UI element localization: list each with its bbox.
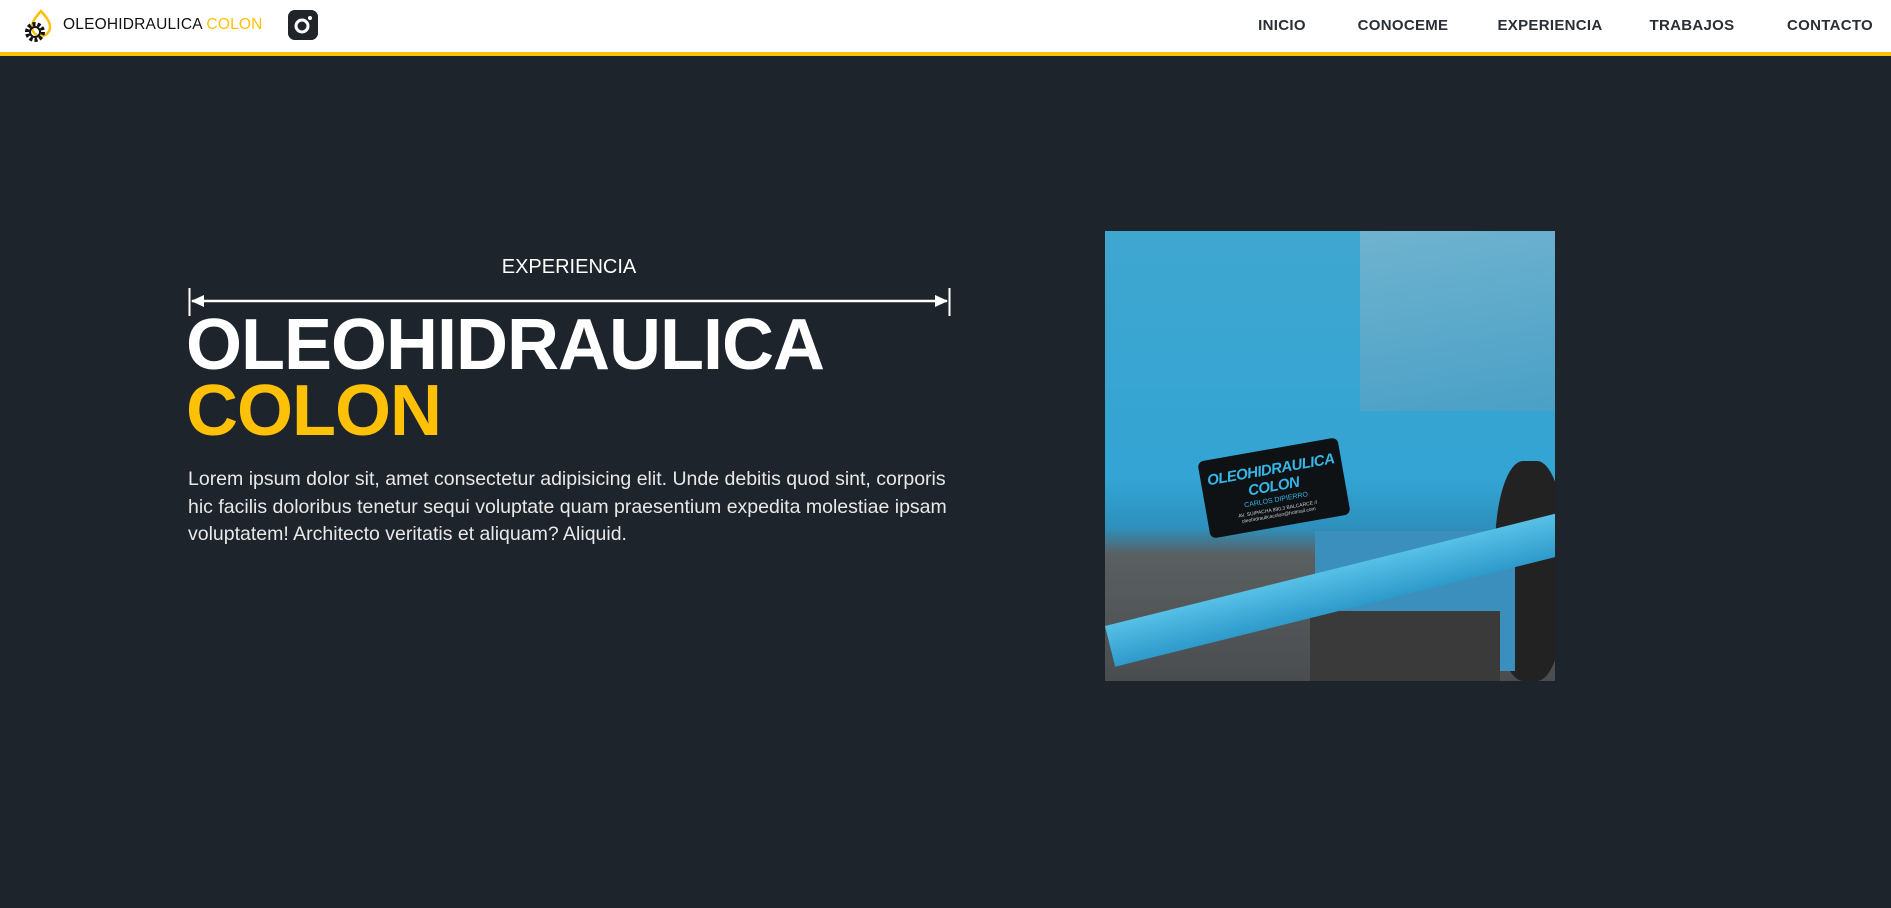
brand-name[interactable]: OLEOHIDRAULICA COLON xyxy=(63,16,263,34)
navbar: OLEOHIDRAULICA COLON INICIO CONOCEME EXP… xyxy=(0,0,1891,56)
truck-photo: OLEOHIDRAULICA COLON CARLOS DIPIERRO AV.… xyxy=(1105,231,1555,681)
nav-conoceme[interactable]: CONOCEME xyxy=(1358,17,1449,34)
truck-panel xyxy=(1360,231,1555,411)
nav-experiencia[interactable]: EXPERIENCIA xyxy=(1498,17,1603,34)
nav-inicio[interactable]: INICIO xyxy=(1258,17,1306,34)
section-label: EXPERIENCIA xyxy=(501,256,637,278)
mud-flap xyxy=(1310,611,1500,681)
nav-contacto[interactable]: CONTACTO xyxy=(1787,17,1873,34)
instagram-icon[interactable] xyxy=(288,10,318,40)
oil-drop-gear-icon[interactable] xyxy=(22,8,56,44)
hero-description: Lorem ipsum dolor sit, amet consectetur … xyxy=(188,468,947,546)
company-sticker: OLEOHIDRAULICA COLON CARLOS DIPIERRO AV.… xyxy=(1197,437,1351,539)
nav-trabajos[interactable]: TRABAJOS xyxy=(1650,17,1735,34)
hero-title: OLEOHIDRAULICA COLON xyxy=(186,305,825,451)
